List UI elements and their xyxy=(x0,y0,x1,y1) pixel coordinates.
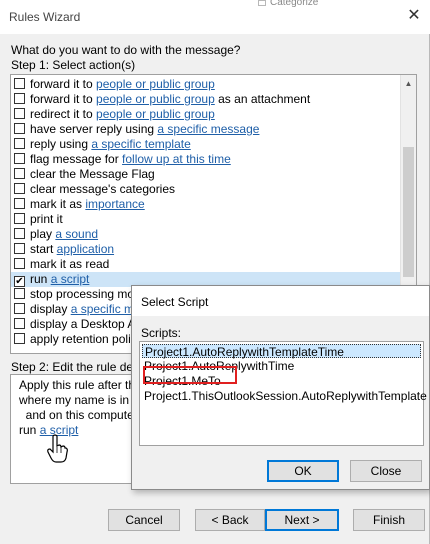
next-button[interactable]: Next > xyxy=(265,509,339,531)
action-label: start xyxy=(30,242,57,256)
scripts-list[interactable]: Project1.AutoReplywithTemplateTime Proje… xyxy=(139,341,427,446)
action-item[interactable]: mark it as importance xyxy=(11,197,400,212)
hand-pointer-icon xyxy=(47,434,68,463)
action-checkbox[interactable] xyxy=(14,123,25,134)
action-checkbox[interactable] xyxy=(14,153,25,164)
action-label: reply using xyxy=(30,137,92,151)
action-label: display xyxy=(30,302,71,316)
action-label: forward it to xyxy=(30,92,97,106)
action-checkbox[interactable] xyxy=(14,288,25,299)
action-label: display a Desktop A xyxy=(30,317,136,331)
action-item[interactable]: forward it to people or public group xyxy=(11,77,400,92)
action-checkbox[interactable] xyxy=(14,93,25,104)
action-checkbox[interactable] xyxy=(14,138,25,149)
action-label: mark it as read xyxy=(30,257,110,271)
action-item[interactable]: clear the Message Flag xyxy=(11,167,400,182)
action-link[interactable]: follow up at this time xyxy=(122,152,231,166)
rule-desc-line: and on this compute xyxy=(19,408,134,422)
action-label: apply retention poli xyxy=(30,332,131,346)
action-checkbox[interactable] xyxy=(14,258,25,269)
select-script-dialog: Select Script Scripts: Project1.AutoRepl… xyxy=(131,285,430,490)
background-window-strip: Categorize xyxy=(258,0,368,9)
action-link[interactable]: a script xyxy=(51,272,90,286)
action-item[interactable]: forward it to people or public group as … xyxy=(11,92,400,107)
action-checkbox[interactable] xyxy=(14,228,25,239)
action-item[interactable]: print it xyxy=(11,212,400,227)
chevron-up-icon[interactable]: ▲ xyxy=(401,77,416,91)
action-checkbox[interactable] xyxy=(14,243,25,254)
action-item[interactable]: play a sound xyxy=(11,227,400,242)
action-label-suffix: as an attachment xyxy=(214,92,311,106)
action-link[interactable]: people or public group xyxy=(96,92,215,106)
question-label: What do you want to do with the message? xyxy=(11,43,241,57)
action-item[interactable]: have server reply using a specific messa… xyxy=(11,122,400,137)
action-item[interactable]: start application xyxy=(11,242,400,257)
action-label: stop processing mo xyxy=(30,287,135,301)
action-link[interactable]: application xyxy=(57,242,114,256)
action-checkbox[interactable] xyxy=(14,168,25,179)
action-link[interactable]: people or public group xyxy=(96,77,215,91)
back-button[interactable]: < Back xyxy=(195,509,265,531)
action-link[interactable]: a specific template xyxy=(91,137,190,151)
highlight-box xyxy=(143,366,237,384)
window-title: Rules Wizard xyxy=(9,10,81,24)
close-icon[interactable]: ✕ xyxy=(404,6,424,26)
action-item[interactable]: reply using a specific template xyxy=(11,137,400,152)
action-item[interactable]: redirect it to people or public group xyxy=(11,107,400,122)
action-link[interactable]: a specific message xyxy=(157,122,259,136)
script-item[interactable]: Project1.AutoReplywithTemplateTime xyxy=(142,344,421,359)
action-label: mark it as xyxy=(30,197,86,211)
action-link[interactable]: people or public group xyxy=(96,107,215,121)
action-checkbox[interactable] xyxy=(14,213,25,224)
action-label: forward it to xyxy=(30,77,97,91)
action-item[interactable]: flag message for follow up at this time xyxy=(11,152,400,167)
action-checkbox[interactable] xyxy=(14,198,25,209)
action-label: play xyxy=(30,227,56,241)
background-window-text: Categorize xyxy=(270,0,319,8)
step2-label: Step 2: Edit the rule des xyxy=(11,360,140,374)
close-button[interactable]: Close xyxy=(350,460,422,482)
title-bar: Rules Wizard Categorize ✕ xyxy=(0,0,430,34)
action-checkbox[interactable] xyxy=(14,333,25,344)
action-item[interactable]: clear message's categories xyxy=(11,182,400,197)
action-label: have server reply using xyxy=(30,122,158,136)
ok-button[interactable]: OK xyxy=(267,460,339,482)
scripts-label: Scripts: xyxy=(141,326,182,340)
cancel-button[interactable]: Cancel xyxy=(108,509,180,531)
action-checkbox[interactable] xyxy=(14,108,25,119)
step1-label: Step 1: Select action(s) xyxy=(11,58,136,72)
rule-desc-line: Apply this rule after th xyxy=(19,378,136,392)
action-link[interactable]: a sound xyxy=(55,227,98,241)
action-label: print it xyxy=(30,212,63,226)
action-link[interactable]: importance xyxy=(85,197,144,211)
action-checkbox[interactable] xyxy=(14,78,25,89)
action-label: run xyxy=(30,272,51,286)
action-item[interactable]: mark it as read xyxy=(11,257,400,272)
rule-desc-line: where my name is in th xyxy=(19,393,143,407)
action-label: redirect it to xyxy=(30,107,97,121)
scrollbar-thumb[interactable] xyxy=(403,147,414,277)
action-label: clear the Message Flag xyxy=(30,167,155,181)
finish-button[interactable]: Finish xyxy=(353,509,425,531)
action-label: flag message for xyxy=(30,152,123,166)
dialog-title-bar: Select Script xyxy=(132,286,429,316)
action-checkbox[interactable] xyxy=(14,318,25,329)
action-checkbox[interactable] xyxy=(14,303,25,314)
action-checkbox[interactable]: ✔ xyxy=(14,276,25,287)
action-label: clear message's categories xyxy=(30,182,176,196)
script-item[interactable]: Project1.ThisOutlookSession.AutoReplywit… xyxy=(142,389,427,403)
action-checkbox[interactable] xyxy=(14,183,25,194)
dialog-title: Select Script xyxy=(141,295,209,309)
